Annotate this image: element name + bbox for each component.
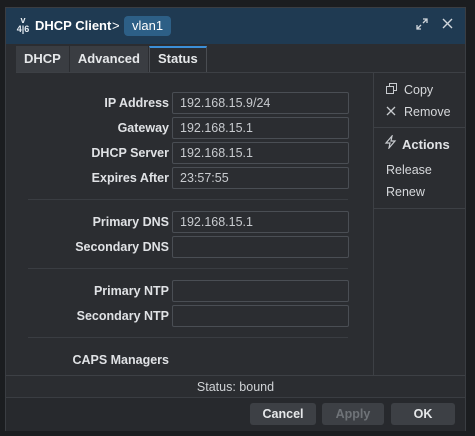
ip-address-row: IP Address 192.168.15.9/24	[16, 92, 373, 114]
caps-managers-row: CAPS Managers	[16, 349, 373, 371]
copy-action[interactable]: Copy	[386, 83, 433, 97]
status-panel: IP Address 192.168.15.9/24 Gateway 192.1…	[16, 72, 373, 375]
ok-button[interactable]: OK	[391, 403, 455, 425]
primary-ntp-label: Primary NTP	[93, 284, 169, 298]
actions-heading: Actions	[384, 133, 450, 152]
gateway-row: Gateway 192.168.15.1	[16, 117, 373, 139]
lightning-icon	[384, 133, 398, 152]
dhcp-server-label: DHCP Server	[91, 146, 169, 160]
cancel-button[interactable]: Cancel	[250, 403, 316, 425]
caps-managers-label: CAPS Managers	[72, 353, 169, 367]
expires-after-label: Expires After	[91, 171, 169, 185]
dhcp-client-window: v 4|6 DHCP Client > vlan1 DHCP Advanced S…	[5, 7, 466, 431]
title-bar[interactable]: v 4|6 DHCP Client > vlan1	[6, 8, 465, 44]
secondary-dns-row: Secondary DNS	[16, 236, 373, 258]
window-title: DHCP Client	[35, 18, 112, 33]
ip-address-label: IP Address	[104, 96, 169, 110]
copy-icon	[386, 83, 400, 97]
secondary-dns-label: Secondary DNS	[75, 240, 169, 254]
breadcrumb-interface[interactable]: vlan1	[124, 16, 172, 36]
restore-icon[interactable]	[415, 18, 429, 32]
tab-bar: DHCP Advanced Status	[16, 46, 207, 72]
remove-action[interactable]: Remove	[386, 105, 451, 119]
status-text: Status: bound	[196, 380, 275, 394]
renew-action[interactable]: Renew	[386, 185, 425, 199]
secondary-ntp-field[interactable]	[172, 305, 349, 327]
tab-advanced[interactable]: Advanced	[69, 46, 149, 72]
breadcrumb-separator: >	[112, 18, 120, 33]
copy-label: Copy	[404, 83, 434, 97]
secondary-ntp-label: Secondary NTP	[76, 309, 169, 323]
apply-button[interactable]: Apply	[322, 403, 384, 425]
primary-dns-row: Primary DNS 192.168.15.1	[16, 211, 373, 233]
primary-ntp-field[interactable]	[172, 280, 349, 302]
expires-after-row: Expires After 23:57:55	[16, 167, 373, 189]
close-icon[interactable]	[440, 18, 454, 32]
dhcp-server-row: DHCP Server 192.168.15.1	[16, 142, 373, 164]
release-action[interactable]: Release	[386, 163, 432, 177]
status-bar: Status: bound	[6, 375, 465, 397]
primary-dns-label: Primary DNS	[92, 215, 169, 229]
remove-label: Remove	[404, 105, 451, 119]
sidebar-divider	[374, 127, 465, 128]
primary-dns-field[interactable]: 192.168.15.1	[172, 211, 349, 233]
gateway-label: Gateway	[117, 121, 169, 135]
secondary-ntp-row: Secondary NTP	[16, 305, 373, 327]
dhcp-server-field[interactable]: 192.168.15.1	[172, 142, 349, 164]
action-sidebar: Copy Remove Actions Release Renew	[373, 72, 465, 375]
remove-icon	[386, 105, 400, 119]
primary-ntp-row: Primary NTP	[16, 280, 373, 302]
ipv4-ipv6-icon: v 4|6	[16, 15, 30, 34]
expires-after-field[interactable]: 23:57:55	[172, 167, 349, 189]
section-divider	[28, 268, 348, 269]
ip-address-field[interactable]: 192.168.15.9/24	[172, 92, 349, 114]
section-divider	[28, 199, 348, 200]
tab-status[interactable]: Status	[148, 46, 207, 72]
section-divider	[28, 337, 348, 338]
secondary-dns-field[interactable]	[172, 236, 349, 258]
sidebar-divider	[374, 208, 465, 209]
actions-label: Actions	[402, 137, 450, 152]
gateway-field[interactable]: 192.168.15.1	[172, 117, 349, 139]
dialog-footer: Cancel Apply OK	[6, 397, 465, 431]
tab-dhcp[interactable]: DHCP	[16, 46, 70, 72]
